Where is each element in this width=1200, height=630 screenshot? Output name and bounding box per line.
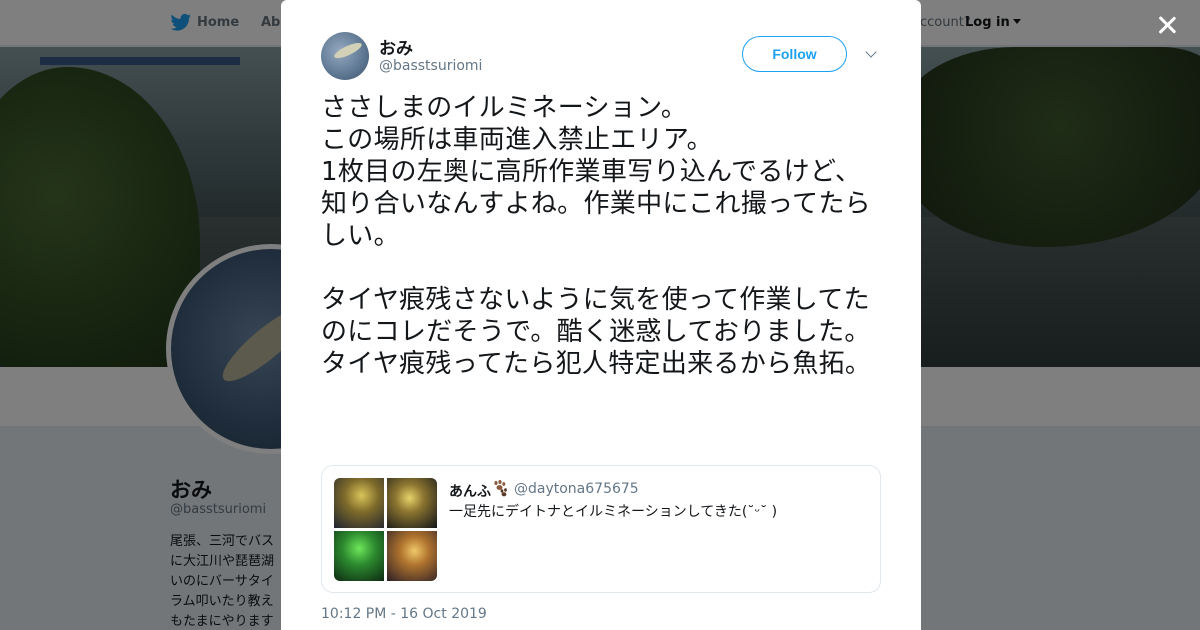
media-thumbnail[interactable]: [334, 531, 384, 581]
tweet-timestamp[interactable]: 10:12 PM - 16 Oct 2019: [321, 606, 487, 622]
paw-prints-icon: [494, 480, 507, 497]
author-name[interactable]: おみ: [379, 34, 413, 59]
media-thumbnail[interactable]: [334, 478, 384, 528]
tweet-modal: おみ @basstsuriomi Follow ささしまのイルミネーション。 こ…: [281, 0, 921, 630]
author-avatar[interactable]: [321, 32, 369, 80]
media-thumbnail[interactable]: [387, 531, 437, 581]
lure-shape: [332, 40, 364, 61]
follow-button[interactable]: Follow: [742, 36, 847, 72]
close-icon[interactable]: [1153, 11, 1181, 39]
chevron-down-icon[interactable]: [861, 44, 883, 66]
quoted-author-handle: @daytona675675: [514, 481, 639, 497]
media-thumbnail[interactable]: [387, 478, 437, 528]
tweet-text: ささしまのイルミネーション。 この場所は車両進入禁止エリア。 1枚目の左奥に高所…: [321, 93, 872, 379]
quoted-tweet-card[interactable]: あんふ @daytona675675 一足先にデイトナとイルミネーションしてきた…: [321, 465, 881, 593]
quoted-author-name: あんふ: [449, 484, 491, 500]
author-handle[interactable]: @basstsuriomi: [379, 58, 482, 74]
quoted-media-grid[interactable]: [334, 478, 437, 581]
quoted-tweet-text: 一足先にデイトナとイルミネーションしてきた(˘ᵕ˘ ): [449, 504, 778, 520]
